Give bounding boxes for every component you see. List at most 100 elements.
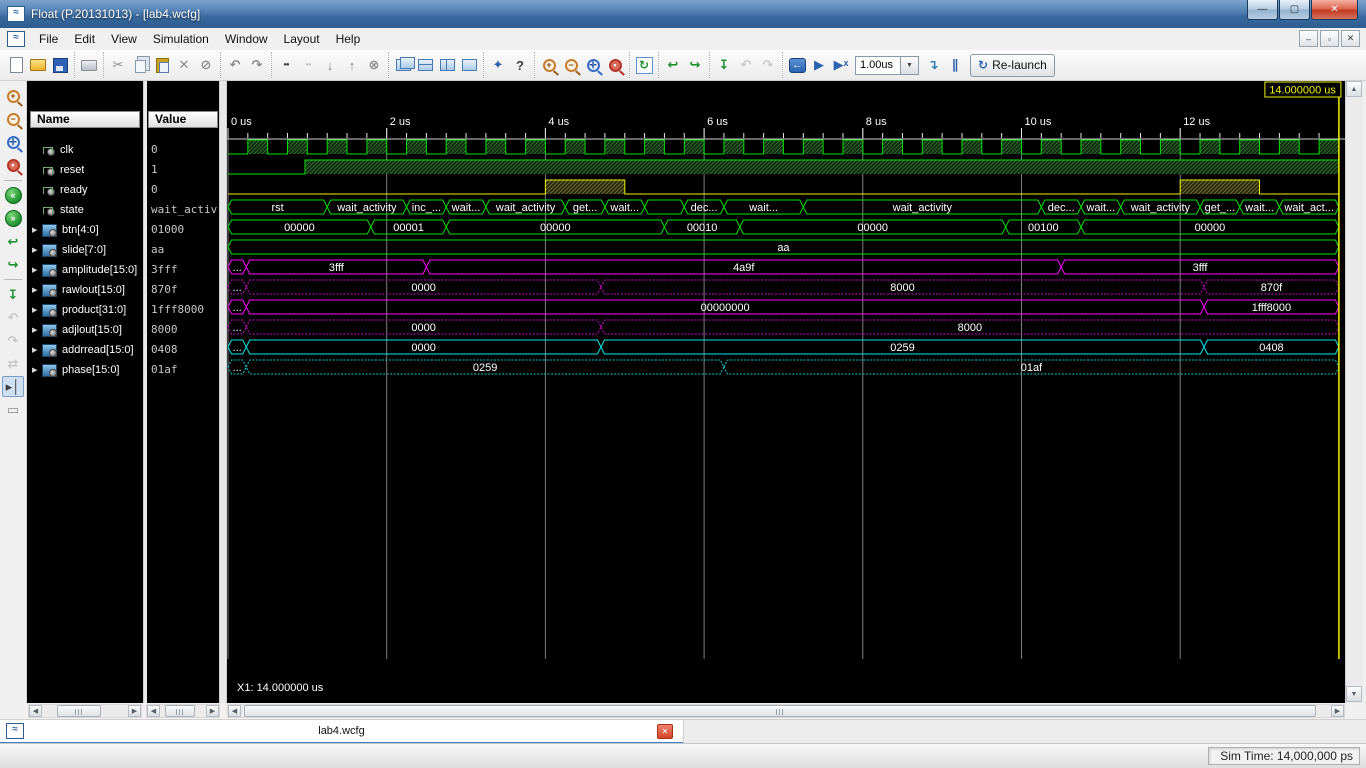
scroll-left-icon[interactable]: ◀ bbox=[228, 705, 241, 717]
next-transition-icon[interactable]: ↪ bbox=[685, 55, 705, 75]
menu-help[interactable]: Help bbox=[328, 30, 369, 48]
minimize-button[interactable]: — bbox=[1247, 0, 1278, 20]
expand-icon[interactable]: ▶ bbox=[32, 246, 42, 254]
find-next-icon[interactable]: ●● bbox=[298, 55, 318, 75]
menu-window[interactable]: Window bbox=[217, 30, 276, 48]
pause-icon[interactable]: ∥ bbox=[945, 55, 965, 75]
next-marker-icon[interactable]: ↷ bbox=[758, 55, 778, 75]
context-help-icon[interactable]: ? bbox=[510, 55, 530, 75]
arrow-up-icon[interactable]: ↑ bbox=[342, 55, 362, 75]
run-for-icon[interactable]: ▶ˣ bbox=[831, 55, 851, 75]
scrollbar-thumb[interactable] bbox=[165, 705, 195, 717]
stop-icon[interactable]: ⊗ bbox=[364, 55, 384, 75]
expand-icon[interactable]: ▶ bbox=[32, 366, 42, 374]
run-time-dropdown-icon[interactable]: ▼ bbox=[901, 56, 919, 75]
menu-edit[interactable]: Edit bbox=[66, 30, 103, 48]
menu-layout[interactable]: Layout bbox=[276, 30, 328, 48]
scrollbar-thumb[interactable] bbox=[57, 705, 101, 717]
add-marker-icon[interactable]: ↧ bbox=[714, 55, 734, 75]
measure-icon[interactable]: ▭ bbox=[2, 399, 24, 420]
prev-transition-icon[interactable]: ↩ bbox=[2, 231, 24, 252]
tile-vertical-icon[interactable] bbox=[437, 55, 457, 75]
next-transition-icon[interactable]: ↪ bbox=[2, 254, 24, 275]
relaunch-button[interactable]: ↻Re-launch bbox=[970, 54, 1055, 77]
menu-simulation[interactable]: Simulation bbox=[145, 30, 217, 48]
waveform-panel[interactable]: 0 us2 us4 us6 us8 us10 us12 usrstwait_ac… bbox=[227, 81, 1345, 703]
names-hscrollbar[interactable]: ◀▶ bbox=[28, 704, 142, 718]
snap-to-transition-icon[interactable]: ▸│ bbox=[2, 376, 24, 397]
undo-icon[interactable]: ↶ bbox=[225, 55, 245, 75]
scroll-down-icon[interactable]: ▼ bbox=[1346, 686, 1362, 702]
signal-row-clk[interactable]: clk bbox=[27, 140, 143, 160]
maximize-button[interactable]: ▢ bbox=[1279, 0, 1310, 20]
scrollbar-thumb[interactable] bbox=[244, 705, 1316, 717]
signal-row-adjlout[interactable]: ▶adjlout[15:0] bbox=[27, 320, 143, 340]
values-hscrollbar[interactable]: ◀▶ bbox=[146, 704, 220, 718]
wave-splitter[interactable] bbox=[219, 81, 227, 703]
signal-row-product[interactable]: ▶product[31:0] bbox=[27, 300, 143, 320]
settings-wrench-icon[interactable]: ✦ bbox=[488, 55, 508, 75]
paste-icon[interactable] bbox=[152, 55, 172, 75]
wave-hscrollbar[interactable]: ◀▶ bbox=[227, 704, 1345, 718]
tab-close-icon[interactable]: ✕ bbox=[657, 724, 673, 739]
mdi-minimize-icon[interactable]: – bbox=[1299, 30, 1318, 47]
expand-icon[interactable]: ▶ bbox=[32, 266, 42, 274]
cascade-windows-icon[interactable] bbox=[393, 55, 413, 75]
zoom-full-icon[interactable]: ✛ bbox=[2, 132, 24, 153]
signal-row-state[interactable]: state bbox=[27, 200, 143, 220]
signal-row-btn[interactable]: ▶btn[4:0] bbox=[27, 220, 143, 240]
reload-icon[interactable]: ↻ bbox=[634, 55, 654, 75]
scroll-right-icon[interactable]: ▶ bbox=[206, 705, 219, 717]
expand-icon[interactable]: ▶ bbox=[32, 286, 42, 294]
step-icon[interactable]: ↴ bbox=[923, 55, 943, 75]
scroll-up-icon[interactable]: ▲ bbox=[1346, 81, 1362, 97]
prev-transition-icon[interactable]: ↩ bbox=[663, 55, 683, 75]
print-icon[interactable] bbox=[79, 55, 99, 75]
menu-view[interactable]: View bbox=[103, 30, 145, 48]
scroll-right-icon[interactable]: ▶ bbox=[1331, 705, 1344, 717]
prev-marker-icon[interactable]: ↶ bbox=[736, 55, 756, 75]
swap-cursors-icon[interactable]: ⇄ bbox=[2, 353, 24, 374]
zoom-cursor-icon[interactable]: ▪ bbox=[2, 155, 24, 176]
vertical-scrollbar[interactable]: ▲ ▼ bbox=[1345, 81, 1363, 703]
zoom-full-icon[interactable]: ✛ bbox=[583, 55, 603, 75]
tab-lab4-wcfg[interactable]: ≈ lab4.wcfg ✕ bbox=[0, 720, 684, 744]
prev-marker-icon[interactable]: ↶ bbox=[2, 307, 24, 328]
delete-icon[interactable]: ✕ bbox=[174, 55, 194, 75]
save-icon[interactable] bbox=[50, 55, 70, 75]
scroll-left-icon[interactable]: ◀ bbox=[29, 705, 42, 717]
mdi-close-icon[interactable]: ✕ bbox=[1341, 30, 1360, 47]
expand-icon[interactable]: ▶ bbox=[32, 306, 42, 314]
mdi-restore-icon[interactable]: ▫ bbox=[1320, 30, 1339, 47]
find-icon[interactable]: ●● bbox=[276, 55, 296, 75]
add-marker-icon[interactable]: ↧ bbox=[2, 284, 24, 305]
cut-icon[interactable]: ✂ bbox=[108, 55, 128, 75]
zoom-out-icon[interactable]: − bbox=[2, 109, 24, 130]
goto-time-icon[interactable]: ← bbox=[787, 55, 807, 75]
open-file-icon[interactable] bbox=[28, 55, 48, 75]
signal-row-rawlout[interactable]: ▶rawlout[15:0] bbox=[27, 280, 143, 300]
value-column-header[interactable]: Value bbox=[148, 111, 218, 128]
signal-row-addrread[interactable]: ▶addrread[15:0] bbox=[27, 340, 143, 360]
close-button[interactable]: ✕ bbox=[1311, 0, 1358, 20]
goto-end-icon[interactable]: » bbox=[2, 208, 24, 229]
copy-icon[interactable] bbox=[130, 55, 150, 75]
arrow-down-icon[interactable]: ↓ bbox=[320, 55, 340, 75]
next-marker-icon[interactable]: ↷ bbox=[2, 330, 24, 351]
scroll-right-icon[interactable]: ▶ bbox=[128, 705, 141, 717]
menu-file[interactable]: File bbox=[31, 30, 66, 48]
expand-icon[interactable]: ▶ bbox=[32, 326, 42, 334]
name-column-header[interactable]: Name bbox=[30, 111, 140, 128]
zoom-out-icon[interactable]: − bbox=[561, 55, 581, 75]
zoom-cursor-icon[interactable]: ▪ bbox=[605, 55, 625, 75]
new-file-icon[interactable] bbox=[6, 55, 26, 75]
expand-icon[interactable]: ▶ bbox=[32, 346, 42, 354]
signal-row-slide[interactable]: ▶slide[7:0] bbox=[27, 240, 143, 260]
signal-row-ready[interactable]: ready bbox=[27, 180, 143, 200]
zoom-in-icon[interactable]: + bbox=[539, 55, 559, 75]
signal-row-phase[interactable]: ▶phase[15:0] bbox=[27, 360, 143, 380]
run-time-input[interactable]: 1.00us bbox=[855, 56, 901, 75]
no-edit-icon[interactable]: ⊘ bbox=[196, 55, 216, 75]
scroll-left-icon[interactable]: ◀ bbox=[147, 705, 160, 717]
signal-row-amplitude[interactable]: ▶amplitude[15:0] bbox=[27, 260, 143, 280]
